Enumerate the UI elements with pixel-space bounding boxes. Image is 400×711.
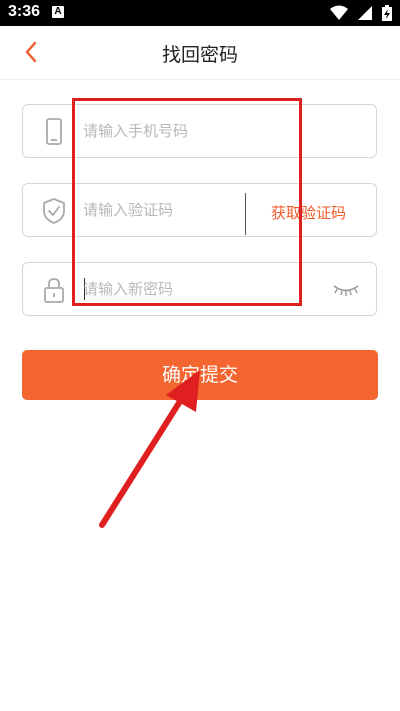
status-bar: 3:36 A xyxy=(0,0,400,26)
wifi-icon xyxy=(329,5,348,20)
shield-check-icon xyxy=(43,198,65,224)
page-title: 找回密码 xyxy=(161,44,238,66)
status-icons xyxy=(326,5,392,21)
notification-icon: A xyxy=(52,6,64,18)
new-password-field[interactable] xyxy=(22,262,377,316)
app-header: 找回密码 xyxy=(0,26,400,80)
signal-icon xyxy=(357,6,372,20)
phone-input[interactable] xyxy=(83,117,243,145)
verification-code-input[interactable] xyxy=(83,196,243,224)
get-code-button[interactable]: 获取验证码 xyxy=(271,202,346,223)
lock-icon xyxy=(44,278,64,303)
verification-code-field[interactable]: 获取验证码 xyxy=(22,183,377,237)
battery-charging-icon xyxy=(382,5,392,21)
submit-button[interactable]: 确定提交 xyxy=(22,350,378,400)
phone-field[interactable] xyxy=(22,104,377,158)
status-time: 3:36 xyxy=(8,3,41,20)
phone-icon xyxy=(46,118,62,145)
divider xyxy=(245,193,246,235)
new-password-input[interactable] xyxy=(83,275,243,303)
eye-closed-icon[interactable] xyxy=(332,281,360,299)
